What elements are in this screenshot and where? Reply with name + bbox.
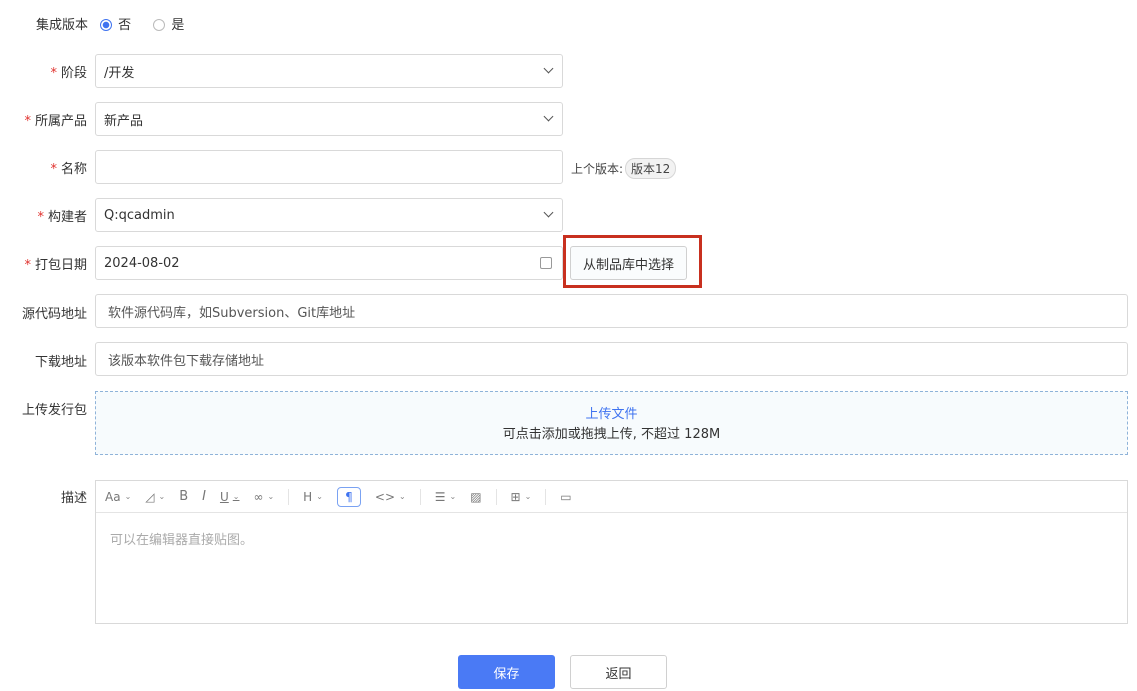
heading-icon[interactable]: H ⌄ — [303, 487, 323, 507]
editor-content[interactable]: 可以在编辑器直接贴图。 — [96, 513, 1127, 564]
font-icon[interactable]: Aa ⌄ — [105, 487, 131, 507]
download-label: 下载地址 — [34, 355, 87, 370]
source-input[interactable]: 软件源代码库，如Subversion、Git库地址 — [95, 294, 1128, 328]
calendar-icon[interactable] — [540, 257, 552, 269]
prev-version-label: 上个版本: — [571, 162, 624, 176]
bold-icon[interactable]: B — [179, 487, 188, 507]
chevron-down-icon — [543, 207, 554, 218]
chevron-down-icon — [543, 111, 554, 122]
paint-icon[interactable]: ◿ ⌄ — [145, 487, 165, 507]
date-value: 2024-08-02 — [104, 255, 180, 271]
radio-yes-label: 是 — [171, 18, 185, 33]
divider — [419, 488, 421, 505]
chevron-down-icon — [543, 63, 554, 74]
table-icon[interactable]: ⊞ ⌄ — [511, 487, 532, 507]
product-label: * 所属产品 — [24, 114, 87, 129]
link-icon[interactable]: ∞ ⌄ — [253, 487, 274, 507]
radio-yes[interactable]: 是 — [153, 18, 184, 33]
upload-file-link[interactable]: 上传文件 — [96, 405, 1127, 425]
product-value: 新产品 — [104, 113, 144, 129]
divider — [545, 488, 547, 505]
previous-version: 上个版本: 版本12 — [571, 158, 677, 179]
prev-version-tag[interactable]: 版本12 — [625, 158, 677, 179]
radio-icon — [100, 19, 113, 31]
builder-value: Q:qcadmin — [104, 207, 175, 223]
description-editor: Aa ⌄ ◿ ⌄ B I U ⌄ ∞ ⌄ H ⌄ ¶ <> ⌄ ☰ ⌄ ▨ ⊞ ⌄ ▭ 可以在编… — [95, 480, 1128, 624]
image-icon[interactable]: ▨ — [470, 487, 481, 507]
upload-label: 上传发行包 — [21, 403, 87, 418]
date-input[interactable]: 2024-08-02 — [95, 246, 563, 280]
name-input[interactable] — [95, 150, 563, 184]
radio-icon — [153, 19, 166, 31]
upload-dropzone[interactable]: 上传文件 可点击添加或拖拽上传, 不超过 128M — [95, 391, 1128, 455]
editor-placeholder: 可以在编辑器直接贴图。 — [110, 533, 254, 548]
name-label: * 名称 — [50, 162, 87, 177]
divider — [495, 488, 497, 505]
date-label: * 打包日期 — [24, 258, 87, 273]
download-input[interactable]: 该版本软件包下载存储地址 — [95, 342, 1128, 376]
radio-no-label: 否 — [118, 18, 132, 33]
italic-icon[interactable]: I — [202, 487, 206, 507]
save-button[interactable]: 保存 — [458, 655, 555, 689]
list-icon[interactable]: ☰ ⌄ — [435, 487, 456, 507]
builder-select[interactable]: Q:qcadmin — [95, 198, 563, 232]
download-placeholder: 该版本软件包下载存储地址 — [108, 353, 265, 369]
upload-hint: 可点击添加或拖拽上传, 不超过 128M — [502, 427, 721, 442]
integrated-label: 集成版本 — [36, 18, 89, 33]
code-icon[interactable]: <> ⌄ — [375, 487, 406, 507]
description-label: 描述 — [60, 491, 87, 506]
source-placeholder: 软件源代码库，如Subversion、Git库地址 — [108, 305, 356, 321]
stage-select[interactable]: /开发 — [95, 54, 563, 88]
product-select[interactable]: 新产品 — [95, 102, 563, 136]
underline-icon[interactable]: U ⌄ — [220, 487, 240, 507]
divider — [288, 488, 290, 505]
paragraph-icon[interactable]: ¶ — [336, 486, 361, 507]
stage-value: /开发 — [104, 65, 135, 81]
stage-label: * 阶段 — [50, 66, 87, 81]
source-label: 源代码地址 — [21, 307, 87, 322]
panel-icon[interactable]: ▭ — [560, 487, 571, 507]
back-button[interactable]: 返回 — [570, 655, 667, 689]
builder-label: * 构建者 — [37, 210, 87, 225]
radio-no[interactable]: 否 — [100, 18, 131, 33]
editor-toolbar: Aa ⌄ ◿ ⌄ B I U ⌄ ∞ ⌄ H ⌄ ¶ <> ⌄ ☰ ⌄ ▨ ⊞ ⌄ ▭ — [96, 481, 1127, 513]
integrated-version-field: 集成版本 否 是 — [36, 14, 184, 33]
select-from-artifact-button[interactable]: 从制品库中选择 — [570, 246, 687, 280]
